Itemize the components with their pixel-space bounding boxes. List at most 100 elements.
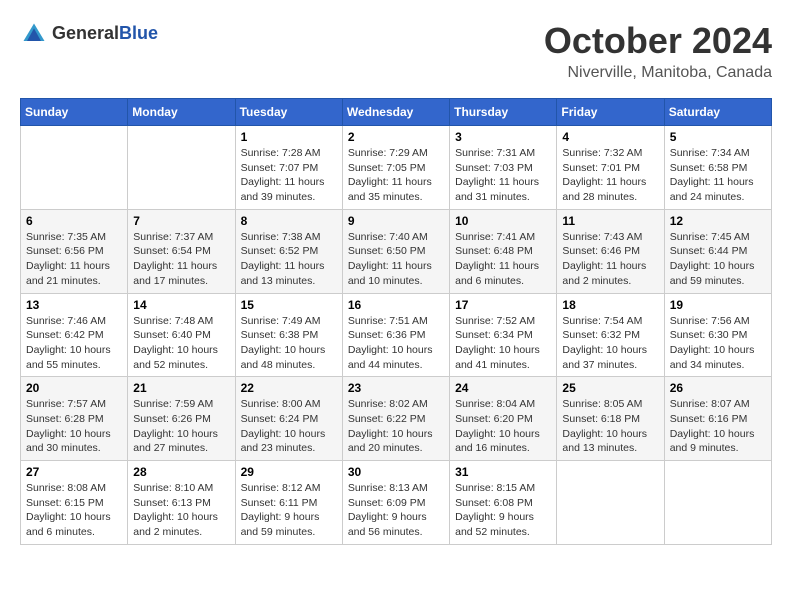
day-info: Sunrise: 7:40 AM Sunset: 6:50 PM Dayligh…: [348, 230, 444, 289]
day-info: Sunrise: 7:43 AM Sunset: 6:46 PM Dayligh…: [562, 230, 658, 289]
col-saturday: Saturday: [664, 99, 771, 126]
day-number: 31: [455, 465, 551, 479]
day-info: Sunrise: 7:35 AM Sunset: 6:56 PM Dayligh…: [26, 230, 122, 289]
calendar-cell: 6 Sunrise: 7:35 AM Sunset: 6:56 PM Daylig…: [21, 209, 128, 293]
calendar-cell: 9Sunrise: 7:40 AM Sunset: 6:50 PM Daylig…: [342, 209, 449, 293]
calendar-cell: [664, 461, 771, 545]
calendar-cell: 18 Sunrise: 7:54 AM Sunset: 6:32 PM Dayli…: [557, 293, 664, 377]
day-number: 6: [26, 214, 122, 228]
day-info: Sunrise: 8:12 AM Sunset: 6:11 PM Dayligh…: [241, 481, 337, 540]
day-number: 13: [26, 298, 122, 312]
calendar-cell: 15Sunrise: 7:49 AM Sunset: 6:38 PM Dayli…: [235, 293, 342, 377]
calendar-cell: [557, 461, 664, 545]
col-thursday: Thursday: [450, 99, 557, 126]
day-info: Sunrise: 8:00 AM Sunset: 6:24 PM Dayligh…: [241, 397, 337, 456]
logo-text: GeneralBlue: [52, 24, 158, 44]
col-tuesday: Tuesday: [235, 99, 342, 126]
calendar-table: Sunday Monday Tuesday Wednesday Thursday…: [20, 98, 772, 545]
day-info: Sunrise: 8:08 AM Sunset: 6:15 PM Dayligh…: [26, 481, 122, 540]
day-number: 27: [26, 465, 122, 479]
col-sunday: Sunday: [21, 99, 128, 126]
day-info: Sunrise: 7:46 AM Sunset: 6:42 PM Dayligh…: [26, 314, 122, 373]
day-info: Sunrise: 8:10 AM Sunset: 6:13 PM Dayligh…: [133, 481, 229, 540]
calendar-cell: 3 Sunrise: 7:31 AM Sunset: 7:03 PM Daylig…: [450, 126, 557, 210]
day-number: 5: [670, 130, 766, 144]
calendar-cell: 4 Sunrise: 7:32 AM Sunset: 7:01 PM Daylig…: [557, 126, 664, 210]
day-number: 1: [241, 130, 337, 144]
calendar-cell: 25Sunrise: 8:05 AM Sunset: 6:18 PM Dayli…: [557, 377, 664, 461]
day-number: 3: [455, 130, 551, 144]
day-info: Sunrise: 7:41 AM Sunset: 6:48 PM Dayligh…: [455, 230, 551, 289]
day-number: 28: [133, 465, 229, 479]
calendar-cell: 26 Sunrise: 8:07 AM Sunset: 6:16 PM Dayli…: [664, 377, 771, 461]
day-number: 26: [670, 381, 766, 395]
day-number: 4: [562, 130, 658, 144]
location-title: Niverville, Manitoba, Canada: [544, 64, 772, 82]
calendar-header-row: Sunday Monday Tuesday Wednesday Thursday…: [21, 99, 772, 126]
day-number: 8: [241, 214, 337, 228]
day-number: 18: [562, 298, 658, 312]
day-number: 24: [455, 381, 551, 395]
day-number: 23: [348, 381, 444, 395]
day-number: 30: [348, 465, 444, 479]
day-number: 22: [241, 381, 337, 395]
calendar-cell: 14Sunrise: 7:48 AM Sunset: 6:40 PM Dayli…: [128, 293, 235, 377]
calendar-cell: 29 Sunrise: 8:12 AM Sunset: 6:11 PM Dayli…: [235, 461, 342, 545]
day-info: Sunrise: 7:32 AM Sunset: 7:01 PM Dayligh…: [562, 146, 658, 205]
day-number: 19: [670, 298, 766, 312]
day-info: Sunrise: 8:07 AM Sunset: 6:16 PM Dayligh…: [670, 397, 766, 456]
day-info: Sunrise: 7:34 AM Sunset: 6:58 PM Dayligh…: [670, 146, 766, 205]
calendar-cell: 10 Sunrise: 7:41 AM Sunset: 6:48 PM Dayli…: [450, 209, 557, 293]
day-info: Sunrise: 7:54 AM Sunset: 6:32 PM Dayligh…: [562, 314, 658, 373]
day-number: 7: [133, 214, 229, 228]
calendar-cell: 16 Sunrise: 7:51 AM Sunset: 6:36 PM Dayli…: [342, 293, 449, 377]
day-info: Sunrise: 8:13 AM Sunset: 6:09 PM Dayligh…: [348, 481, 444, 540]
calendar-week-4: 20Sunrise: 7:57 AM Sunset: 6:28 PM Dayli…: [21, 377, 772, 461]
day-info: Sunrise: 7:28 AM Sunset: 7:07 PM Dayligh…: [241, 146, 337, 205]
day-number: 29: [241, 465, 337, 479]
title-block: October 2024 Niverville, Manitoba, Canad…: [544, 20, 772, 82]
calendar-week-2: 6 Sunrise: 7:35 AM Sunset: 6:56 PM Daylig…: [21, 209, 772, 293]
day-number: 17: [455, 298, 551, 312]
calendar-cell: 7 Sunrise: 7:37 AM Sunset: 6:54 PM Daylig…: [128, 209, 235, 293]
col-wednesday: Wednesday: [342, 99, 449, 126]
day-info: Sunrise: 7:37 AM Sunset: 6:54 PM Dayligh…: [133, 230, 229, 289]
day-info: Sunrise: 7:56 AM Sunset: 6:30 PM Dayligh…: [670, 314, 766, 373]
calendar-cell: [128, 126, 235, 210]
col-monday: Monday: [128, 99, 235, 126]
calendar-cell: 8 Sunrise: 7:38 AM Sunset: 6:52 PM Daylig…: [235, 209, 342, 293]
day-info: Sunrise: 7:52 AM Sunset: 6:34 PM Dayligh…: [455, 314, 551, 373]
calendar-cell: [21, 126, 128, 210]
day-number: 12: [670, 214, 766, 228]
day-number: 11: [562, 214, 658, 228]
calendar-cell: 20Sunrise: 7:57 AM Sunset: 6:28 PM Dayli…: [21, 377, 128, 461]
calendar-cell: 2Sunrise: 7:29 AM Sunset: 7:05 PM Daylig…: [342, 126, 449, 210]
day-info: Sunrise: 7:38 AM Sunset: 6:52 PM Dayligh…: [241, 230, 337, 289]
calendar-week-3: 13 Sunrise: 7:46 AM Sunset: 6:42 PM Dayli…: [21, 293, 772, 377]
day-number: 16: [348, 298, 444, 312]
calendar-cell: 30 Sunrise: 8:13 AM Sunset: 6:09 PM Dayli…: [342, 461, 449, 545]
calendar-cell: 27 Sunrise: 8:08 AM Sunset: 6:15 PM Dayli…: [21, 461, 128, 545]
day-info: Sunrise: 7:51 AM Sunset: 6:36 PM Dayligh…: [348, 314, 444, 373]
col-friday: Friday: [557, 99, 664, 126]
logo-blue: Blue: [119, 23, 158, 43]
day-info: Sunrise: 7:31 AM Sunset: 7:03 PM Dayligh…: [455, 146, 551, 205]
day-info: Sunrise: 7:59 AM Sunset: 6:26 PM Dayligh…: [133, 397, 229, 456]
calendar-cell: 19 Sunrise: 7:56 AM Sunset: 6:30 PM Dayli…: [664, 293, 771, 377]
calendar-cell: 1 Sunrise: 7:28 AM Sunset: 7:07 PM Daylig…: [235, 126, 342, 210]
day-info: Sunrise: 7:29 AM Sunset: 7:05 PM Dayligh…: [348, 146, 444, 205]
day-info: Sunrise: 8:15 AM Sunset: 6:08 PM Dayligh…: [455, 481, 551, 540]
day-info: Sunrise: 8:02 AM Sunset: 6:22 PM Dayligh…: [348, 397, 444, 456]
calendar-cell: 13 Sunrise: 7:46 AM Sunset: 6:42 PM Dayli…: [21, 293, 128, 377]
day-number: 15: [241, 298, 337, 312]
page-header: GeneralBlue October 2024 Niverville, Man…: [20, 20, 772, 82]
logo-general: General: [52, 23, 119, 43]
day-number: 20: [26, 381, 122, 395]
calendar-cell: 23 Sunrise: 8:02 AM Sunset: 6:22 PM Dayli…: [342, 377, 449, 461]
calendar-cell: 11 Sunrise: 7:43 AM Sunset: 6:46 PM Dayli…: [557, 209, 664, 293]
calendar-cell: 22 Sunrise: 8:00 AM Sunset: 6:24 PM Dayli…: [235, 377, 342, 461]
calendar-cell: 5 Sunrise: 7:34 AM Sunset: 6:58 PM Daylig…: [664, 126, 771, 210]
day-info: Sunrise: 8:04 AM Sunset: 6:20 PM Dayligh…: [455, 397, 551, 456]
calendar-week-1: 1 Sunrise: 7:28 AM Sunset: 7:07 PM Daylig…: [21, 126, 772, 210]
day-number: 10: [455, 214, 551, 228]
